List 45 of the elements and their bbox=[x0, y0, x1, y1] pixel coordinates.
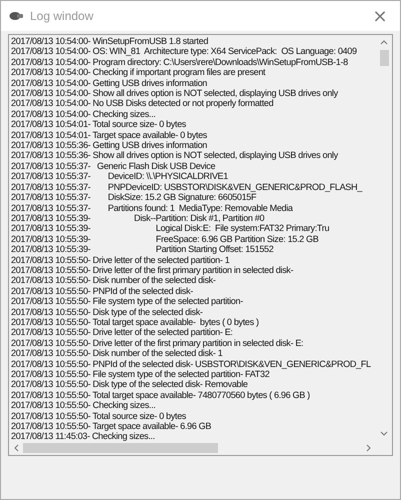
log-line: 2017/08/13 10:55:39- Disk--Partition: Disk #1, Partition #0 bbox=[11, 212, 266, 224]
log-line: 2017/08/13 10:54:00- Program directory: C:\Users\rere\Downloads\WinSetupFromUSB-1-8 bbox=[11, 56, 349, 68]
log-line: 2017/08/13 10:55:50- PNPId of the selected disk- bbox=[11, 286, 194, 296]
log-line: 2017/08/13 10:54:00- Show all drives option is NOT selected, displaying USB drives only bbox=[11, 88, 339, 98]
log-line: 2017/08/13 10:55:50- Target space available- 6.96 GB bbox=[11, 421, 212, 432]
log-line: 2017/08/13 10:55:50- Drive letter of the first primary partition in selected disk- bbox=[11, 264, 294, 276]
log-line: 2017/08/13 10:54:00- Checking if important program files are present bbox=[11, 67, 266, 78]
log-line: 2017/08/13 10:55:50- Drive letter of the first primary partition in selected disk- E: bbox=[11, 338, 304, 348]
log-line: 2017/08/13 10:55:39- Logical Disk:E: File system:FAT32 Primary:Tru bbox=[11, 223, 330, 234]
log-line: 2017/08/13 10:54:00- Getting USB drives information bbox=[11, 78, 208, 88]
log-line: 2017/08/13 10:55:36- Getting USB drives information bbox=[11, 140, 207, 150]
log-line: 2017/08/13 10:55:50- Total target space available- bytes ( 0 bytes ) bbox=[11, 316, 260, 328]
log-line: 2017/08/13 10:55:37- Generic Flash Disk USB Device bbox=[11, 160, 216, 172]
log-line: 2017/08/13 10:55:50- Disk number of the selected disk- bbox=[11, 275, 217, 286]
log-line: 2017/08/13 10:54:00- Checking sizes... bbox=[11, 108, 156, 120]
window-title: Log window bbox=[30, 9, 94, 23]
scroll-thumb[interactable] bbox=[23, 443, 218, 453]
log-line: 2017/08/13 10:55:36- Show all drives option is NOT selected, displaying USB drives only bbox=[11, 150, 339, 161]
log-text-area[interactable] bbox=[8, 34, 393, 456]
log-line: 2017/08/13 10:55:37- PNPDeviceID: USBSTOR\DISK&VEN_GENERIC&PROD_FLASH_ bbox=[11, 182, 364, 192]
log-line: 2017/08/13 10:55:50- Total source size- 0 bytes bbox=[11, 410, 187, 422]
log-line: 2017/08/13 10:55:50- Disk type of the selected disk- bbox=[11, 306, 204, 317]
log-line: 2017/08/13 10:55:39- FreeSpace: 6.96 GB Partition Size: 15.2 GB bbox=[11, 234, 320, 244]
log-line: 2017/08/13 10:55:50- Drive letter of the selected partition- 1 bbox=[11, 254, 230, 265]
log-line: 2017/08/13 10:54:00- OS: WIN_81 Architecture type: X64 ServicePack: OS Language: 0409 bbox=[11, 46, 358, 57]
log-line: 2017/08/13 10:55:37- DeviceID: \\.\PHYSICALDRIVE1 bbox=[11, 171, 229, 182]
app-icon bbox=[9, 10, 23, 22]
log-line: 2017/08/13 10:55:50- Disk type of the selected disk- Removable bbox=[11, 379, 249, 390]
log-line: 2017/08/13 10:55:50- Total target space available- 7480770560 bytes ( 6.96 GB ) bbox=[11, 390, 311, 400]
log-line: 2017/08/13 11:45:03- Checking sizes... bbox=[11, 431, 156, 441]
log-line: 2017/08/13 10:55:50- File system type of the selected partition- FAT32 bbox=[11, 369, 270, 380]
log-line: 2017/08/13 10:54:01- Total source size- 0 bytes bbox=[11, 119, 187, 130]
log-line: 2017/08/13 10:54:01- Target space available- 0 bytes bbox=[11, 130, 208, 140]
scroll-thumb[interactable] bbox=[380, 50, 388, 66]
log-line: 2017/08/13 10:55:50- Checking sizes... bbox=[11, 400, 156, 411]
close-button[interactable]: × bbox=[360, 1, 400, 31]
log-line: 2017/08/13 10:55:37- Partitions found: 1 MediaType: Removable Media bbox=[11, 202, 294, 213]
log-line: 2017/08/13 10:55:39- Partition Starting Offset: 151552 bbox=[11, 244, 274, 255]
log-line: 2017/08/13 10:55:50- PNPId of the selected disk- USBSTOR\DISK&VEN_GENERIC&PROD_FL bbox=[11, 358, 372, 369]
log-line: 2017/08/13 10:54:00- WinSetupFromUSB 1.8 started bbox=[11, 36, 210, 46]
log-line: 2017/08/13 10:55:50- File system type of the selected partition- bbox=[11, 296, 244, 307]
log-line: 2017/08/13 10:55:50- Disk number of the selected disk- 1 bbox=[11, 348, 224, 359]
log-line: 2017/08/13 10:54:00- No USB Disks detected or not properly formatted bbox=[11, 98, 274, 109]
log-line: 2017/08/13 10:55:37- DiskSize: 15.2 GB Signature: 6605015F bbox=[11, 192, 258, 202]
log-line: 2017/08/13 10:55:50- Drive letter of the selected partition- E: bbox=[11, 327, 234, 338]
